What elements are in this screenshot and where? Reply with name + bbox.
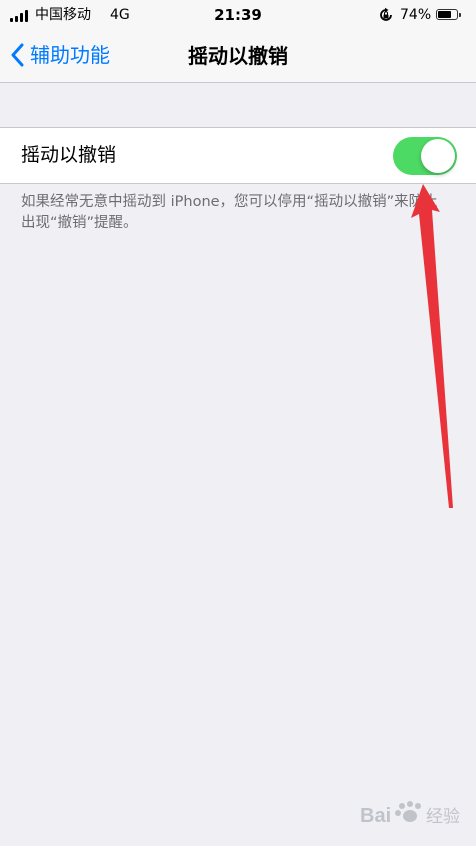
shake-to-undo-toggle[interactable] [393,137,457,175]
svg-text:Bai: Bai [360,805,391,827]
status-bar: 中国移动 4G 21:39 74% [0,0,476,30]
navigation-bar: 辅助功能 摇动以撤销 [0,30,476,83]
shake-to-undo-label: 摇动以撤销 [21,144,117,166]
battery-fill [438,11,452,18]
battery-nub [459,13,461,17]
toggle-knob [421,139,455,173]
shake-to-undo-row: 摇动以撤销 [0,127,476,184]
page-title: 摇动以撤销 [188,44,288,68]
rotation-lock-icon [380,7,392,21]
battery-percent: 74% [400,7,432,23]
footer-description: 如果经常无意中摇动到 iPhone，您可以停用“摇动以撤销”来防止出现“撤销”提… [21,194,438,231]
baidu-watermark-logo: Bai 经验 [360,801,460,827]
svg-text:经验: 经验 [426,807,460,827]
battery-icon [436,9,461,20]
